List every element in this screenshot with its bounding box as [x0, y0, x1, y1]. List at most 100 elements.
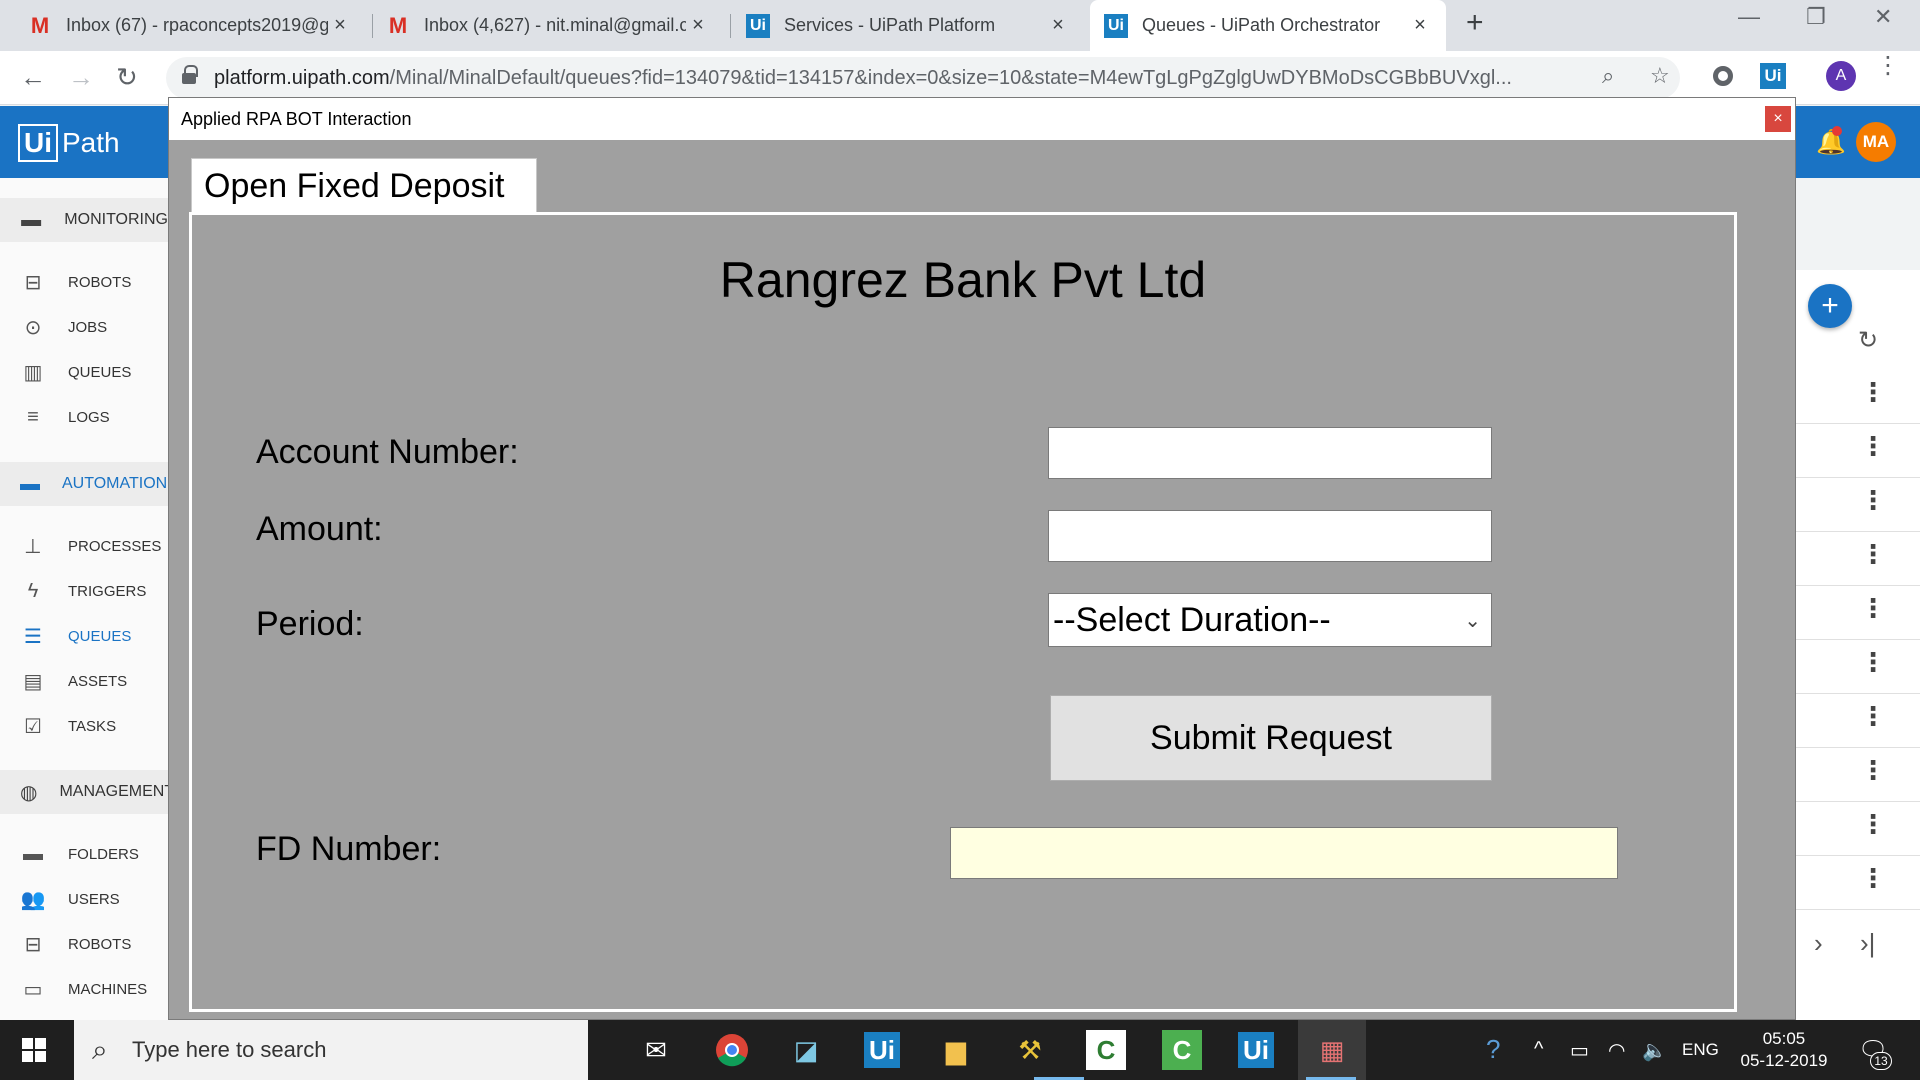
account-number-label: Account Number: [256, 433, 519, 471]
sidebar-item-folders[interactable]: ▬ FOLDERS [0, 832, 168, 876]
new-tab-button[interactable]: + [1466, 6, 1484, 40]
row-more-icon[interactable]: ⋮ [1860, 433, 1886, 459]
extension-circle-icon[interactable] [1713, 66, 1733, 86]
forward-arrow-icon[interactable]: → [68, 62, 94, 93]
account-number-input[interactable] [1048, 427, 1492, 479]
windows-taskbar: ⌕ Type here to search ✉ ◪ Ui ▆ ⚒ C C Ui … [0, 1020, 1920, 1080]
chrome-logo [716, 1034, 748, 1067]
dialog-close-button[interactable]: × [1765, 106, 1791, 132]
hierarchy-icon: ⊥ [24, 535, 42, 558]
uipath-robot-app-icon[interactable]: Ui [1238, 1032, 1274, 1068]
tab-gmail-inbox-1[interactable]: M Inbox (67) - rpaconcepts2019@g × [14, 0, 366, 51]
sidebar-item-robots-management[interactable]: ⊟ ROBOTS [0, 922, 168, 966]
sidebar-item-users[interactable]: 👥 USERS [0, 877, 168, 921]
windows-start-icon[interactable] [22, 1038, 46, 1062]
minimize-icon[interactable]: — [1738, 4, 1760, 30]
row-more-icon[interactable]: ⋮ [1860, 649, 1886, 675]
tab-title: Inbox (4,627) - nit.minal@gmail.c [424, 15, 686, 35]
battery-icon[interactable]: ▭ [1570, 1038, 1589, 1063]
chevron-up-icon[interactable]: ^ [1534, 1038, 1543, 1061]
row-more-icon[interactable]: ⋮ [1860, 865, 1886, 891]
sidebar-item-label: QUEUES [68, 363, 132, 381]
row-more-icon[interactable]: ⋮ [1860, 811, 1886, 837]
sidebar-item-robots[interactable]: ⊟ ROBOTS [0, 260, 168, 304]
row-more-icon[interactable]: ⋮ [1860, 757, 1886, 783]
close-icon[interactable]: × [328, 14, 352, 37]
last-page-icon[interactable]: ›| [1860, 928, 1875, 959]
user-avatar[interactable]: MA [1856, 122, 1896, 162]
taskbar-clock[interactable]: 05:05 05-12-2019 [1734, 1028, 1834, 1072]
sidebar-item-jobs[interactable]: ⊙ JOBS [0, 305, 168, 349]
sidebar: ▬ MONITORING ⊟ ROBOTS ⊙ JOBS ▥ QUEUES ≡ … [0, 178, 168, 1020]
zoom-icon[interactable]: ⌕ [1602, 63, 1614, 89]
mail-app-icon[interactable]: ✉ [636, 1030, 676, 1070]
uipath-icon: Ui [746, 13, 770, 38]
tab-services-uipath[interactable]: Ui Services - UiPath Platform × [732, 0, 1084, 51]
close-icon[interactable]: × [686, 14, 710, 37]
submit-request-button[interactable]: Submit Request [1050, 695, 1492, 781]
file-explorer-icon[interactable]: ▆ [936, 1030, 976, 1070]
row-more-icon[interactable]: ⋮ [1860, 703, 1886, 729]
restore-icon[interactable]: ❐ [1806, 4, 1826, 30]
close-icon[interactable]: × [1408, 14, 1432, 37]
amount-input[interactable] [1048, 510, 1492, 562]
refresh-icon[interactable]: ↻ [1858, 326, 1878, 355]
fd-number-label: FD Number: [256, 830, 442, 868]
profile-avatar[interactable]: A [1826, 61, 1856, 91]
chrome-app-icon[interactable] [712, 1030, 752, 1070]
queue-icon: ☰ [24, 625, 42, 648]
row-more-icon[interactable]: ⋮ [1860, 595, 1886, 621]
tab-open-fixed-deposit[interactable]: Open Fixed Deposit [191, 158, 537, 213]
tab-divider [730, 14, 731, 38]
row-more-icon[interactable]: ⋮ [1860, 487, 1886, 513]
reload-icon[interactable]: ↻ [116, 62, 138, 93]
address-bar[interactable]: platform.uipath.com/Minal/MinalDefault/q… [166, 57, 1680, 99]
search-icon: ⌕ [92, 1034, 108, 1065]
row-more-icon[interactable]: ⋮ [1860, 541, 1886, 567]
row-more-icon[interactable]: ⋮ [1860, 379, 1886, 405]
tab-title: Inbox (67) - rpaconcepts2019@g [66, 15, 328, 35]
volume-icon[interactable]: 🔈 [1642, 1038, 1667, 1063]
sidebar-item-assets[interactable]: ▤ ASSETS [0, 659, 168, 703]
sidebar-item-label: PROCESSES [68, 537, 162, 555]
sidebar-item-tasks[interactable]: ☑ TASKS [0, 704, 168, 748]
sidebar-section-monitoring[interactable]: ▬ MONITORING [0, 198, 168, 242]
wifi-icon[interactable]: ◠ [1608, 1038, 1625, 1063]
tab-gmail-inbox-2[interactable]: M Inbox (4,627) - nit.minal@gmail.c × [372, 0, 724, 51]
camtasia-app-icon[interactable]: C [1086, 1030, 1126, 1070]
next-page-icon[interactable]: › [1814, 928, 1823, 959]
sidebar-section-management[interactable]: ◍ MANAGEMENT [0, 770, 168, 814]
sidebar-item-triggers[interactable]: ϟ TRIGGERS [0, 569, 168, 613]
help-icon[interactable]: ? [1486, 1034, 1500, 1065]
window-close-icon[interactable]: ✕ [1874, 4, 1892, 30]
sidebar-item-queues-monitoring[interactable]: ▥ QUEUES [0, 350, 168, 394]
clock-date: 05-12-2019 [1740, 1051, 1828, 1070]
tab-queues-orchestrator[interactable]: Ui Queues - UiPath Orchestrator × [1090, 0, 1446, 51]
uipath-extension-icon[interactable]: Ui [1760, 63, 1786, 89]
more-menu-icon[interactable]: ⋮ [1876, 54, 1900, 78]
uipath-studio-app-icon[interactable]: Ui [864, 1032, 900, 1068]
star-icon[interactable]: ☆ [1650, 63, 1670, 89]
close-icon[interactable]: × [1046, 14, 1070, 37]
sidebar-item-machines[interactable]: ▭ MACHINES [0, 967, 168, 1011]
list-icon: ≡ [27, 405, 39, 428]
add-queue-button[interactable]: + [1808, 284, 1852, 328]
sidebar-item-queues[interactable]: ☰ QUEUES [0, 614, 168, 658]
row-divider [1796, 747, 1920, 748]
language-indicator[interactable]: ENG [1682, 1040, 1719, 1060]
sidebar-item-logs[interactable]: ≡ LOGS [0, 395, 168, 439]
rpa-form-app-icon[interactable]: ▦ [1312, 1030, 1352, 1070]
sidebar-section-automations[interactable]: ▬ AUTOMATIONS [0, 462, 168, 506]
uipath-logo[interactable]: Ui Path [18, 124, 120, 162]
camtasia-recorder-icon[interactable]: C [1162, 1030, 1202, 1070]
notepad-app-icon[interactable]: ◪ [786, 1030, 826, 1070]
period-select[interactable]: --Select Duration-- ⌄ [1048, 593, 1492, 647]
taskbar-search[interactable]: ⌕ Type here to search [74, 1020, 588, 1080]
sidebar-item-label: MONITORING [64, 211, 168, 228]
notification-count-badge: 13 [1870, 1052, 1892, 1070]
back-arrow-icon[interactable]: ← [20, 62, 46, 93]
tool-app-icon[interactable]: ⚒ [1010, 1030, 1050, 1070]
sidebar-item-processes[interactable]: ⊥ PROCESSES [0, 524, 168, 568]
sidebar-item-label: MANAGEMENT [59, 783, 168, 800]
globe-icon: ◍ [20, 781, 38, 804]
